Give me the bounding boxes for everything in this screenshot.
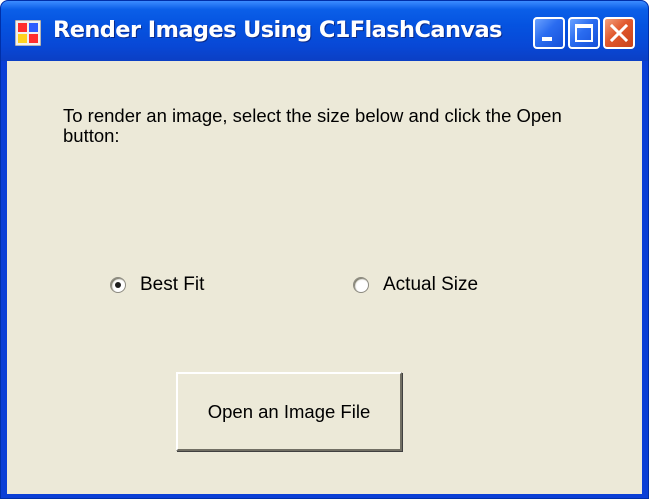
radio-button-unchecked[interactable] — [353, 277, 369, 293]
main-window: Render Images Using C1FlashCanvas To ren… — [0, 0, 649, 499]
radio-label: Best Fit — [140, 274, 205, 295]
close-icon — [609, 23, 629, 43]
title-bar[interactable]: Render Images Using C1FlashCanvas — [1, 1, 648, 61]
close-button[interactable] — [603, 17, 635, 49]
maximize-icon — [575, 24, 593, 42]
radio-actual-size[interactable]: Actual Size — [353, 273, 478, 297]
app-icon — [15, 20, 41, 46]
maximize-button[interactable] — [568, 17, 600, 49]
window-title: Render Images Using C1FlashCanvas — [53, 17, 502, 43]
radio-button-checked[interactable] — [110, 277, 126, 293]
minimize-button[interactable] — [533, 17, 565, 49]
minimize-icon — [542, 37, 552, 41]
radio-label: Actual Size — [383, 274, 479, 295]
open-image-file-button[interactable]: Open an Image File — [176, 372, 402, 451]
radio-best-fit[interactable]: Best Fit — [110, 273, 204, 297]
instructions-text: To render an image, select the size belo… — [63, 105, 562, 146]
